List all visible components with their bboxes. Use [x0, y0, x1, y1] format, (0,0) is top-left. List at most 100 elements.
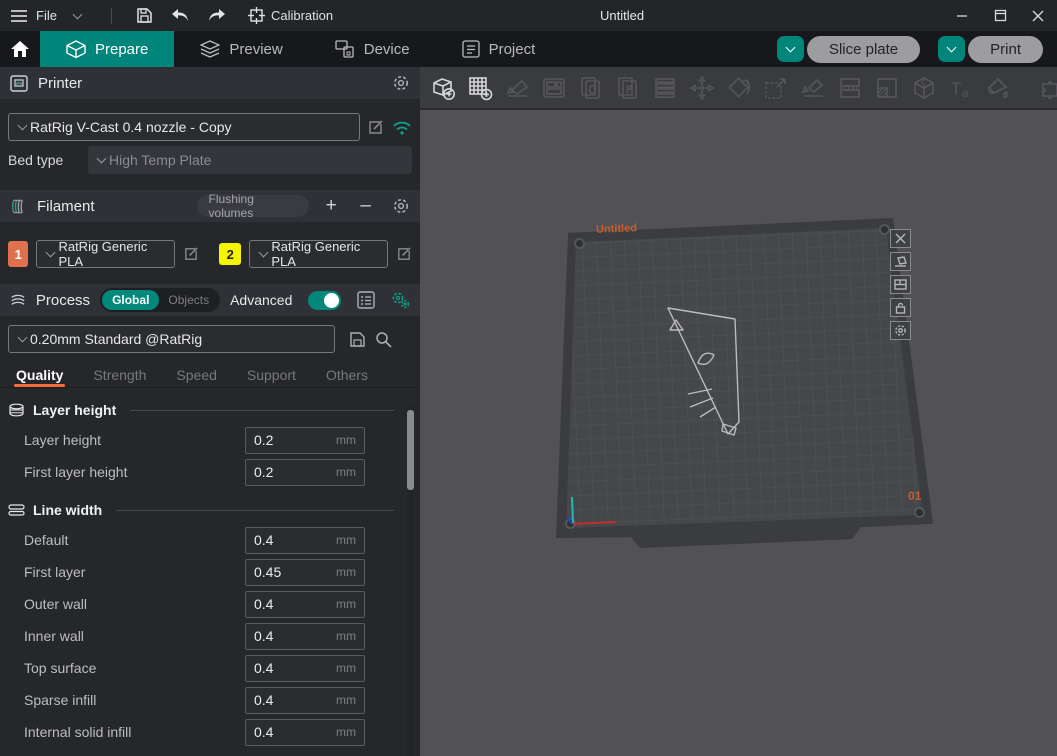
outer-wall-line-width-input[interactable]: 0.4 mm — [245, 591, 365, 618]
assembly-icon[interactable] — [911, 75, 937, 101]
tab-preview[interactable]: Preview — [174, 31, 308, 67]
add-object-icon[interactable] — [430, 75, 456, 101]
home-button[interactable] — [0, 31, 40, 67]
text-icon[interactable]: Ta — [948, 75, 974, 101]
internal-solid-infill-line-width-input[interactable]: 0.4 mm — [245, 719, 365, 746]
tab-others[interactable]: Others — [326, 367, 368, 387]
plate-settings-icon[interactable] — [890, 321, 911, 340]
orient-plate-icon[interactable] — [890, 252, 911, 271]
prepare-cube-icon — [66, 40, 86, 59]
file-menu[interactable]: File — [10, 8, 57, 23]
printer-settings-button[interactable] — [392, 74, 410, 92]
edit-printer-button[interactable] — [367, 119, 384, 136]
save-preset-button[interactable] — [349, 331, 366, 348]
printer-preset-select[interactable]: RatRig V-Cast 0.4 nozzle - Copy — [8, 113, 360, 141]
tab-project[interactable]: Project — [436, 31, 562, 67]
save-button[interactable] — [130, 4, 160, 28]
default-line-width-input[interactable]: 0.4 mm — [245, 527, 365, 554]
filament-1-color-badge[interactable]: 1 — [8, 241, 28, 267]
layer-height-input[interactable]: 0.2 mm — [245, 427, 365, 454]
sparse-infill-line-width-input[interactable]: 0.4 mm — [245, 687, 365, 714]
filament-settings-button[interactable] — [392, 197, 410, 215]
edit-icon — [183, 246, 199, 262]
param-first-layer-height: First layer height 0.2 mm — [0, 456, 420, 488]
rotate-icon[interactable] — [726, 75, 752, 101]
param-top-surface: Top surface 0.4 mm — [0, 652, 420, 684]
tab-support[interactable]: Support — [247, 367, 296, 387]
redo-button[interactable] — [202, 4, 232, 28]
layer-height-icon — [8, 403, 25, 417]
flushing-volumes-button[interactable]: Flushing volumes — [197, 195, 309, 217]
printer-connection-button[interactable] — [392, 120, 412, 135]
build-plate[interactable] — [556, 218, 933, 549]
print-button[interactable]: Print — [968, 36, 1043, 63]
undo-button[interactable] — [166, 4, 196, 28]
filament-1-select[interactable]: RatRig Generic PLA — [36, 240, 175, 268]
arrange-plate-icon[interactable] — [890, 275, 911, 294]
edit-filament-2-button[interactable] — [396, 246, 412, 262]
add-plate-icon[interactable] — [467, 75, 493, 101]
advanced-toggle[interactable] — [308, 291, 341, 310]
process-preset-select[interactable]: 0.20mm Standard @RatRig — [8, 325, 335, 353]
lay-on-face-icon[interactable] — [800, 75, 826, 101]
top-surface-line-width-input[interactable]: 0.4 mm — [245, 655, 365, 682]
tab-strength[interactable]: Strength — [93, 367, 146, 387]
settings-scrollbar[interactable] — [407, 405, 414, 756]
scrollbar-thumb[interactable] — [407, 410, 414, 490]
bed-type-select[interactable]: High Temp Plate — [88, 146, 412, 174]
compare-presets-icon — [391, 291, 410, 309]
slice-plate-button[interactable]: Slice plate — [807, 36, 920, 63]
close-button[interactable] — [1019, 0, 1057, 31]
tab-quality[interactable]: Quality — [16, 367, 63, 387]
cut-icon[interactable] — [837, 75, 863, 101]
search-settings-button[interactable] — [375, 331, 392, 348]
file-menu-dropdown[interactable] — [63, 4, 93, 28]
process-tabs: Quality Strength Speed Support Others — [0, 353, 420, 387]
filament-2-select[interactable]: RatRig Generic PLA — [249, 240, 388, 268]
slice-split-button: Slice plate — [777, 36, 920, 63]
variable-layer-height-icon[interactable] — [652, 75, 678, 101]
window-title: Untitled — [600, 8, 644, 23]
viewport-toolbar: Ta — [420, 67, 1057, 110]
first-layer-height-input[interactable]: 0.2 mm — [245, 459, 365, 486]
project-icon — [462, 40, 480, 58]
split-to-parts-icon[interactable] — [615, 75, 641, 101]
edit-filament-1-button[interactable] — [183, 246, 199, 262]
restore-button[interactable] — [981, 0, 1019, 31]
minimize-icon — [956, 10, 968, 22]
file-menu-label: File — [36, 8, 57, 23]
first-layer-line-width-input[interactable]: 0.45 mm — [245, 559, 365, 586]
tab-prepare[interactable]: Prepare — [40, 31, 174, 67]
edit-icon — [396, 246, 412, 262]
chevron-down-icon — [18, 333, 28, 343]
delete-plate-icon[interactable] — [890, 229, 911, 248]
add-filament-button[interactable]: + — [319, 195, 344, 217]
mesh-boolean-icon[interactable] — [874, 75, 900, 101]
auto-orient-icon[interactable] — [504, 75, 530, 101]
tab-speed[interactable]: Speed — [176, 367, 216, 387]
color-paint-icon[interactable] — [985, 75, 1011, 101]
split-to-objects-icon[interactable] — [578, 75, 604, 101]
remove-filament-button[interactable]: – — [353, 195, 378, 217]
calibration-button[interactable]: Calibration — [248, 7, 333, 24]
slice-options-button[interactable] — [777, 36, 804, 62]
move-icon[interactable] — [689, 75, 715, 101]
scope-objects-button[interactable]: Objects — [159, 293, 218, 307]
process-section-header: Process Global Objects Advanced — [0, 284, 420, 316]
viewport-3d[interactable]: Ta Untitled 01 — [420, 67, 1057, 756]
scale-icon[interactable] — [763, 75, 789, 101]
inner-wall-line-width-input[interactable]: 0.4 mm — [245, 623, 365, 650]
minimize-button[interactable] — [943, 0, 981, 31]
arrange-icon[interactable] — [541, 75, 567, 101]
param-outer-wall: Outer wall 0.4 mm — [0, 588, 420, 620]
tab-device[interactable]: Device — [309, 31, 436, 67]
compare-presets-button[interactable] — [391, 291, 410, 309]
scope-global-button[interactable]: Global — [102, 290, 159, 310]
lock-plate-icon[interactable] — [890, 298, 911, 317]
assembly-view-icon[interactable] — [1039, 75, 1057, 101]
plate-name-label[interactable]: Untitled — [596, 222, 637, 235]
print-options-button[interactable] — [938, 36, 965, 62]
filament-2-color-badge[interactable]: 2 — [219, 243, 241, 265]
undo-icon — [171, 8, 190, 23]
parameter-table-button[interactable] — [357, 291, 375, 309]
